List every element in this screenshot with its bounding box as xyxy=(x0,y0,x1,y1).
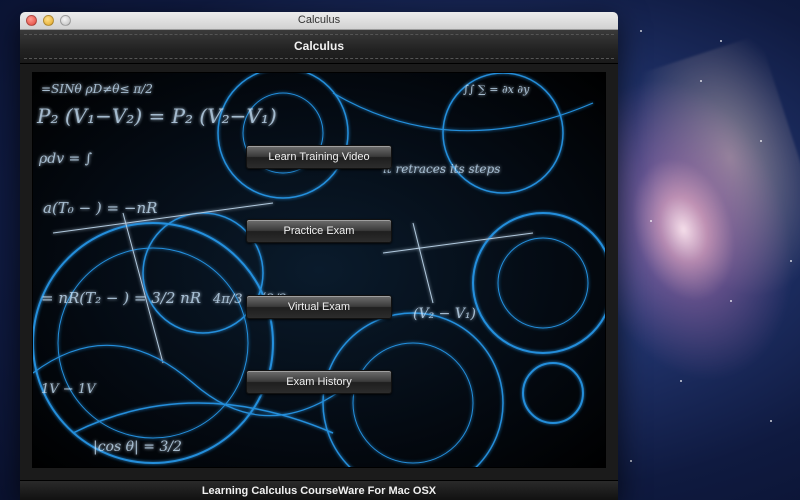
svg-text:ρdv = ∫: ρdv = ∫ xyxy=(38,151,92,167)
svg-text:= nR(T₂ − ) = 3/2 nR: = nR(T₂ − ) = 3/2 nR xyxy=(41,289,201,307)
svg-text:∫∫ ∑ = ∂x ∂y: ∫∫ ∑ = ∂x ∂y xyxy=(463,83,530,96)
svg-text:(V₂ − V₁): (V₂ − V₁) xyxy=(413,306,476,322)
header-stitch-top xyxy=(24,34,614,35)
window-titlebar[interactable]: Calculus xyxy=(20,12,618,30)
svg-text:it retraces its steps: it retraces its steps xyxy=(383,162,500,176)
app-header: Calculus xyxy=(20,30,618,64)
practice-exam-button[interactable]: Practice Exam xyxy=(246,219,392,243)
learn-training-video-button[interactable]: Learn Training Video xyxy=(246,145,392,169)
main-content: =SINθ ρD≠θ≤ π/2 P₂ (V₁−V₂) = P₂ (V₂−V₁) … xyxy=(20,64,618,480)
app-window: Calculus Calculus =SINθ ρD≠θ≤ π/2 P₂ (V₁… xyxy=(20,12,618,500)
svg-text:1V − 1V: 1V − 1V xyxy=(41,382,97,397)
header-stitch-bottom xyxy=(24,58,614,59)
virtual-exam-button[interactable]: Virtual Exam xyxy=(246,295,392,319)
svg-text:|cos θ| = 3/2: |cos θ| = 3/2 xyxy=(93,439,182,455)
footer-text: Learning Calculus CourseWare For Mac OSX xyxy=(20,480,618,500)
math-background-art: =SINθ ρD≠θ≤ π/2 P₂ (V₁−V₂) = P₂ (V₂−V₁) … xyxy=(33,73,605,467)
exam-history-button[interactable]: Exam History xyxy=(246,370,392,394)
header-title: Calculus xyxy=(293,39,344,53)
svg-text:a(T₀ − ) = −nR: a(T₀ − ) = −nR xyxy=(43,199,157,217)
svg-text:=SINθ ρD≠θ≤ π/2: =SINθ ρD≠θ≤ π/2 xyxy=(41,82,153,96)
math-background-image: =SINθ ρD≠θ≤ π/2 P₂ (V₁−V₂) = P₂ (V₂−V₁) … xyxy=(32,72,606,468)
window-title: Calculus xyxy=(297,14,341,26)
svg-text:P₂ (V₁−V₂) = P₂ (V₂−V₁): P₂ (V₁−V₂) = P₂ (V₂−V₁) xyxy=(36,104,277,128)
